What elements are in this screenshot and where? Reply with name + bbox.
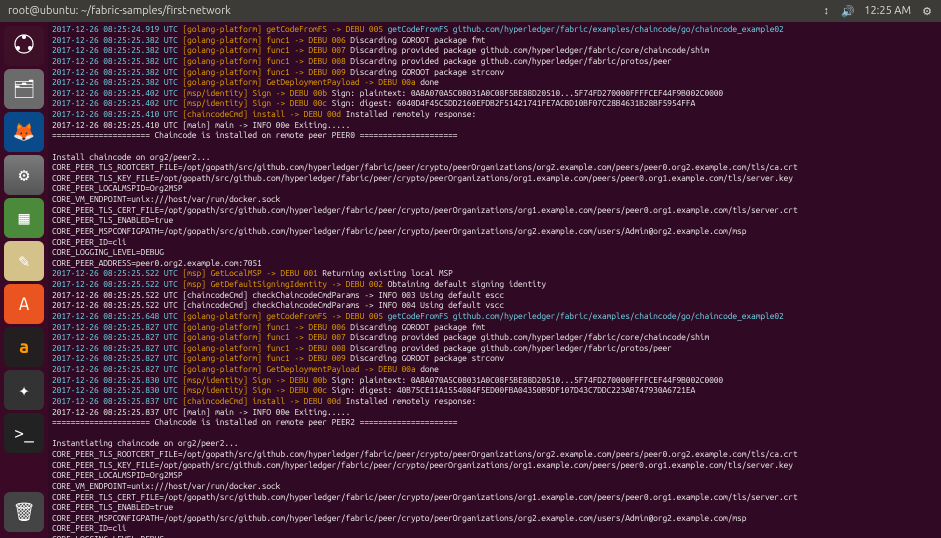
log-line: 2017-12-26 08:25:25.827 UTC [golang-plat…: [52, 353, 937, 364]
libreoffice-calc-button[interactable]: ▦: [4, 198, 44, 238]
text-line: CORE_PEER_ID=cli: [52, 237, 937, 248]
log-line: 2017-12-26 08:25:25.837 UTC [main] main …: [52, 407, 937, 418]
text-line: CORE_PEER_MSPCONFIGPATH=/opt/gopath/src/…: [52, 226, 937, 237]
libreoffice-impress-button[interactable]: ✎: [4, 241, 44, 281]
text-line: Install chaincode on org2/peer2...: [52, 152, 937, 163]
text-line: CORE_LOGGING_LEVEL=DEBUG: [52, 247, 937, 258]
log-line: 2017-12-26 08:25:25.402 UTC [msp/identit…: [52, 88, 937, 99]
text-line: CORE_PEER_TLS_ENABLED=true: [52, 215, 937, 226]
text-line: CORE_PEER_LOCALMSPID=Org2MSP: [52, 470, 937, 481]
text-line: CORE_PEER_ID=cli: [52, 523, 937, 534]
text-line: [52, 141, 937, 152]
text-line: CORE_PEER_MSPCONFIGPATH=/opt/gopath/src/…: [52, 513, 937, 524]
settings-button[interactable]: ⚙: [4, 155, 44, 195]
terminal-button[interactable]: >_: [4, 413, 44, 453]
window-title: root@ubuntu: ~/fabric-samples/first-netw…: [8, 5, 820, 17]
log-line: 2017-12-26 08:25:25.830 UTC [msp/identit…: [52, 375, 937, 386]
menubar[interactable]: root@ubuntu: ~/fabric-samples/first-netw…: [0, 0, 941, 22]
text-line: CORE_PEER_TLS_CERT_FILE=/opt/gopath/src/…: [52, 205, 937, 216]
editor-icon: ✎: [19, 251, 30, 272]
log-line: 2017-12-26 08:25:25.410 UTC [main] main …: [52, 120, 937, 131]
log-line: 2017-12-26 08:25:25.830 UTC [msp/identit…: [52, 385, 937, 396]
text-line: [52, 428, 937, 439]
system-settings-button[interactable]: ✦: [4, 370, 44, 410]
system-gear-icon[interactable]: ⚙: [921, 5, 933, 17]
gear-icon: ⚙: [19, 165, 30, 186]
text-line: CORE_PEER_LOCALMSPID=Org2MSP: [52, 183, 937, 194]
dash-button[interactable]: [4, 26, 44, 66]
unity-launcher: 🗂 🦊 ⚙ ▦ ✎ A a ✦ >_ 🗑: [0, 22, 48, 538]
software-center-button[interactable]: A: [4, 284, 44, 324]
text-line: ===================== Chaincode is insta…: [52, 130, 937, 141]
amazon-button[interactable]: a: [4, 327, 44, 367]
folder-icon: 🗂: [13, 79, 36, 100]
trash-icon: 🗑: [13, 502, 36, 523]
log-line: 2017-12-26 08:25:25.382 UTC [golang-plat…: [52, 56, 937, 67]
text-line: CORE_PEER_TLS_CERT_FILE=/opt/gopath/src/…: [52, 492, 937, 503]
log-line: 2017-12-26 08:25:25.522 UTC [chaincodeCm…: [52, 290, 937, 301]
files-button[interactable]: 🗂: [4, 69, 44, 109]
text-line: CORE_VM_ENDPOINT=unix:///host/var/run/do…: [52, 481, 937, 492]
text-line: CORE_PEER_TLS_ROOTCERT_FILE=/opt/gopath/…: [52, 162, 937, 173]
text-line: CORE_PEER_TLS_ROOTCERT_FILE=/opt/gopath/…: [52, 449, 937, 460]
log-line: 2017-12-26 08:25:25.382 UTC [golang-plat…: [52, 67, 937, 78]
network-icon[interactable]: ↕: [820, 5, 832, 17]
log-line: 2017-12-26 08:25:25.382 UTC [golang-plat…: [52, 45, 937, 56]
log-line: 2017-12-26 08:25:25.522 UTC [msp] GetLoc…: [52, 268, 937, 279]
ubuntu-logo-icon: [13, 33, 35, 59]
log-line: 2017-12-26 08:25:25.522 UTC [chaincodeCm…: [52, 300, 937, 311]
log-line: 2017-12-26 08:25:25.382 UTC [golang-plat…: [52, 77, 937, 88]
volume-icon[interactable]: 🔊: [842, 5, 854, 17]
log-line: 2017-12-26 08:25:25.382 UTC [golang-plat…: [52, 35, 937, 46]
firefox-button[interactable]: 🦊: [4, 112, 44, 152]
text-line: CORE_VM_ENDPOINT=unix:///host/var/run/do…: [52, 194, 937, 205]
text-line: CORE_PEER_TLS_KEY_FILE=/opt/gopath/src/g…: [52, 460, 937, 471]
firefox-icon: 🦊: [13, 122, 35, 143]
text-line: CORE_LOGGING_LEVEL=DEBUG: [52, 534, 937, 538]
log-line: 2017-12-26 08:25:25.410 UTC [chaincodeCm…: [52, 109, 937, 120]
trash-button[interactable]: 🗑: [4, 492, 44, 532]
amazon-icon: a: [19, 337, 29, 357]
terminal-icon: >_: [14, 423, 34, 443]
log-line: 2017-12-26 08:25:25.827 UTC [golang-plat…: [52, 322, 937, 333]
log-line: 2017-12-26 08:25:25.522 UTC [msp] GetDef…: [52, 279, 937, 290]
clock[interactable]: 12:25 AM: [864, 5, 911, 17]
settings-icon: ✦: [19, 380, 30, 401]
text-line: Instantiating chaincode on org2/peer2...: [52, 438, 937, 449]
terminal-output[interactable]: 2017-12-26 08:25:24.919 UTC [golang-plat…: [48, 22, 941, 538]
text-line: CORE_PEER_ADDRESS=peer0.org2.example.com…: [52, 258, 937, 269]
log-line: 2017-12-26 08:25:25.827 UTC [golang-plat…: [52, 332, 937, 343]
log-line: 2017-12-26 08:25:25.837 UTC [chaincodeCm…: [52, 396, 937, 407]
log-line: 2017-12-26 08:25:25.827 UTC [golang-plat…: [52, 343, 937, 354]
log-line: 2017-12-26 08:25:25.827 UTC [golang-plat…: [52, 364, 937, 375]
software-icon: A: [19, 294, 29, 314]
text-line: CORE_PEER_TLS_KEY_FILE=/opt/gopath/src/g…: [52, 173, 937, 184]
log-line: 2017-12-26 08:25:25.648 UTC [golang-plat…: [52, 311, 937, 322]
log-line: 2017-12-26 08:25:24.919 UTC [golang-plat…: [52, 24, 937, 35]
log-line: 2017-12-26 08:25:25.402 UTC [msp/identit…: [52, 98, 937, 109]
calc-icon: ▦: [19, 208, 30, 229]
text-line: ===================== Chaincode is insta…: [52, 417, 937, 428]
text-line: CORE_PEER_TLS_ENABLED=true: [52, 502, 937, 513]
